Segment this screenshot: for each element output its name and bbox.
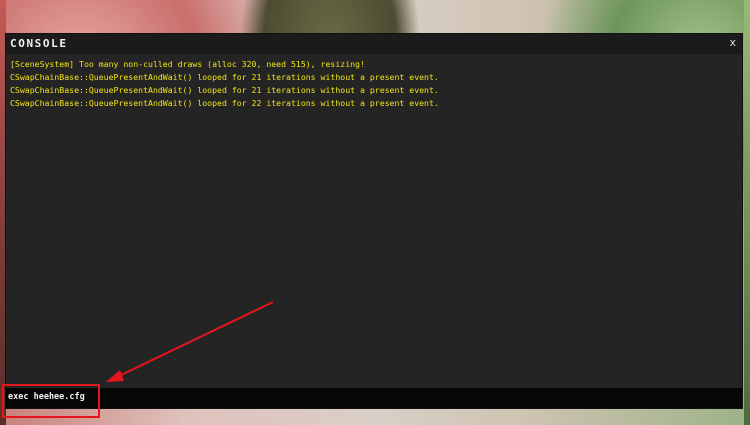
game-background: CONSOLE x [SceneSystem] Too many non-cul… bbox=[0, 0, 750, 425]
arrow-icon bbox=[106, 301, 274, 382]
annotation-arrow-head bbox=[106, 370, 124, 382]
annotation-arrow-line bbox=[118, 301, 274, 377]
